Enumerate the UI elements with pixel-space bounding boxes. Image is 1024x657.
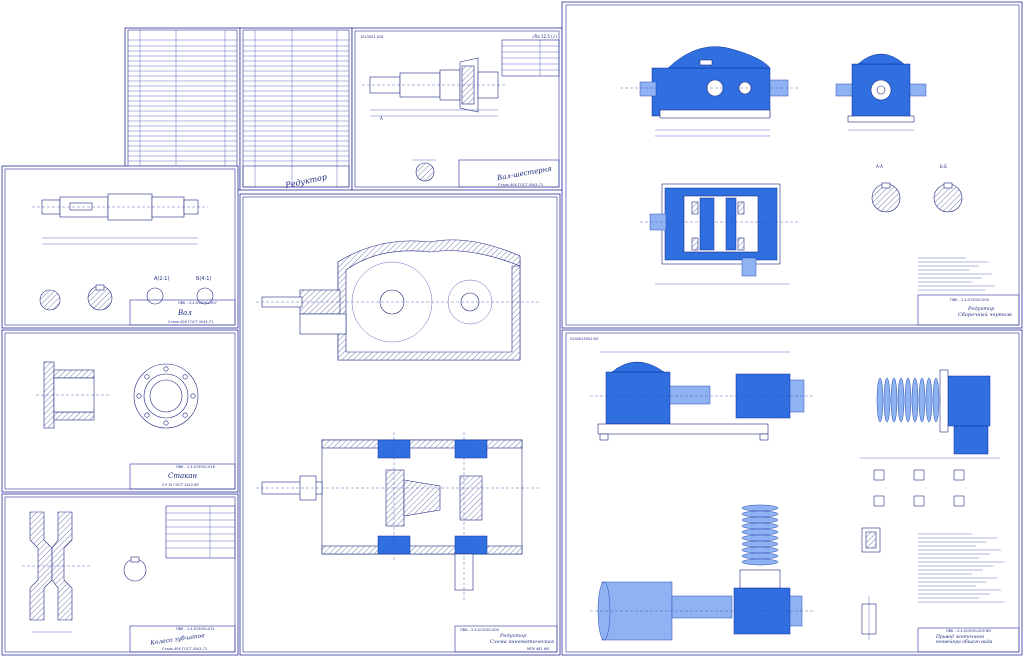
spring-coil: [741, 522, 779, 530]
gear-wheel-material: Сталь 40Х ГОСТ 4543-71: [162, 647, 207, 651]
spring-coil: [741, 552, 779, 560]
spring-coil: [741, 510, 779, 518]
drive-corner-code: 0104013001 ВО: [570, 337, 599, 341]
spring-coil: [741, 540, 779, 548]
sheet-gear-shaft: А Вал-шестерня Сталь 40Х ГОСТ 4543-71 10…: [351, 27, 563, 191]
shaft-stamp: Вал: [177, 309, 192, 317]
drive-stamp: Привод ленточного конвейера общего вида: [935, 634, 993, 645]
bolt-hole: [136, 393, 142, 399]
assembly-tr-stamp-l2: Сборочный чертеж: [958, 311, 1012, 318]
sheet-gear-wheel: Колесо зубчатое Сталь 40Х ГОСТ 4543-71 П…: [1, 493, 239, 656]
spring-coil: [883, 377, 891, 423]
bolt-hole: [163, 420, 169, 426]
spring-coil: [918, 377, 926, 423]
sheet-cup: Стакан СЧ 15 ГОСТ 1412-85 ПВК - 2.4.0130…: [1, 329, 239, 493]
cup-material: СЧ 15 ГОСТ 1412-85: [162, 483, 199, 487]
bolt-hole: [144, 412, 150, 418]
section-aa-label: А-А: [876, 164, 883, 169]
drive-stamp-l2: конвейера общего вида: [936, 638, 993, 645]
sheet-kinematic: Редуктор Схема кинематическая ПВК - 2.4.0…: [239, 193, 561, 656]
assembly-tr-code: ПВК - 2.4.013001.000: [950, 298, 989, 302]
spring-coil: [890, 377, 898, 423]
drive-code: ПВК - 2.4.013001.000 ВО: [946, 629, 991, 633]
section-bb-label: Б-Б: [940, 164, 947, 169]
sheet-drive: Привод ленточного конвейера общего вида П…: [561, 329, 1023, 656]
shaft-material: Сталь 40Х ГОСТ 4543-71: [168, 320, 213, 324]
drawing-canvas: Редуктор А Вал-шестерня Сталь 40Х ГОСТ 4…: [1, 1, 1023, 656]
kinematic-group: МПУ 461 ФЛ: [527, 647, 550, 651]
cup-stamp: Стакан: [168, 472, 198, 480]
bolt-hole: [182, 412, 188, 418]
sheet-shaft: А(2:1) Б(4:1) Вал Сталь 40Х ГОСТ 4543-71…: [1, 165, 239, 329]
spring-coil: [876, 377, 884, 423]
spring-coil: [904, 377, 912, 423]
spring-coil: [925, 377, 933, 423]
spring-coil: [932, 377, 940, 423]
svg-text:А: А: [380, 116, 383, 121]
spring-coil: [741, 504, 779, 512]
gear-wheel-code: ПВК - 2.4.013001.011: [176, 627, 215, 631]
bolt-hole: [144, 374, 150, 380]
spring-coil: [897, 377, 905, 423]
bolt-hole: [163, 366, 169, 372]
spring-coil: [741, 516, 779, 524]
shaft-view-a: А(2:1): [154, 276, 169, 282]
bolt-hole: [190, 393, 196, 399]
spring-coil: [911, 377, 919, 423]
gear-shaft-material: Сталь 40Х ГОСТ 4543-71: [498, 183, 543, 187]
spring-coil: [741, 546, 779, 554]
spring-coil: [741, 528, 779, 536]
gear-shaft-roughness: √Ra 12,5 (√): [532, 34, 557, 39]
cup-code: ПВК - 2.4.013001.016: [176, 465, 215, 469]
gear-shaft-corner-code: 1013001.016: [360, 35, 383, 39]
kinematic-stamp-l2: Схема кинематическая: [490, 639, 554, 645]
bolt-hole: [182, 374, 188, 380]
sheet-assembly-top-right: А-А Б-Б Редуктор Сборочный чертеж ПВК - 2…: [561, 1, 1023, 329]
shaft-view-b: Б(4:1): [196, 276, 211, 282]
spring-coil: [741, 558, 779, 566]
kinematic-code: ПВК - 2.4.013001.000: [460, 628, 499, 632]
shaft-code: ПВК - 2.4.013001.007: [178, 301, 217, 305]
spring-coils-top: [876, 377, 940, 423]
spring-coil: [741, 534, 779, 542]
